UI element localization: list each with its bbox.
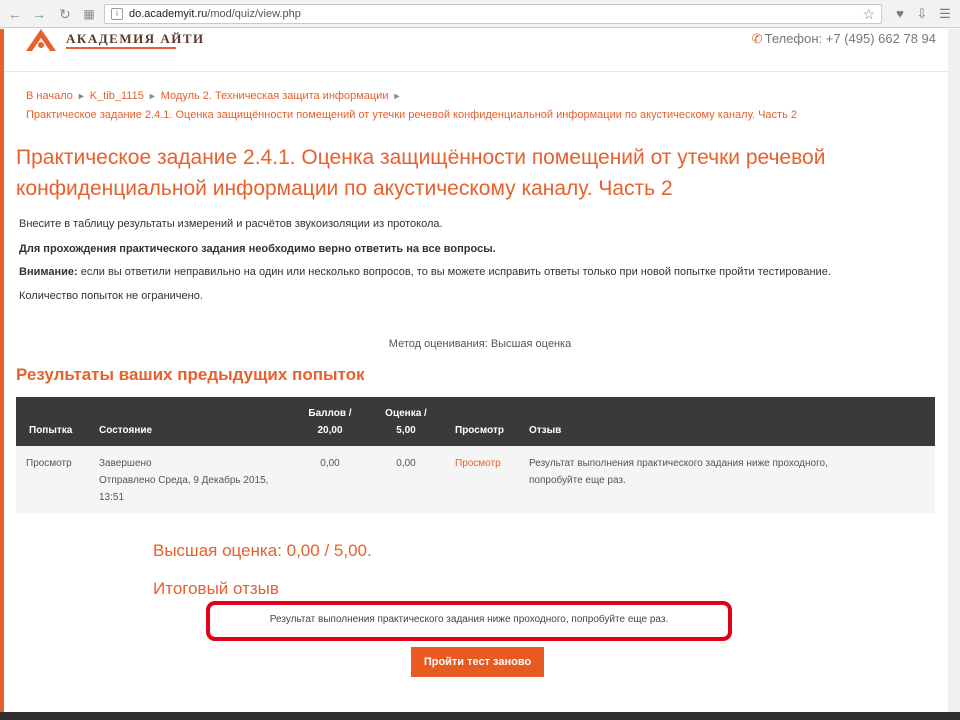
site-header: АКАДЕМИЯ АЙТИ ✆ Телефон: +7 (495) 662 78 … [4,29,948,72]
retry-quiz-button[interactable]: Пройти тест заново [411,647,544,677]
breadcrumb-item-module[interactable]: Модуль 2. Техническая защита информации [161,90,389,102]
final-feedback-text: Результат выполнения практического задан… [269,614,669,625]
phone-icon: ✆ [751,31,763,46]
breadcrumb-current[interactable]: Практическое задание 2.4.1. Оценка защищ… [26,106,926,125]
logo-underline [66,47,176,49]
section-title-results: Результаты ваших предыдущих попыток [16,365,365,384]
address-bar[interactable]: i do.academyit.ru/mod/quiz/view.php ☆ [104,4,882,24]
cell-state: Завершено Отправлено Среда, 9 Декабрь 201… [99,458,269,503]
back-icon[interactable]: ← [6,5,24,23]
cell-feedback: Результат выполнения практического задан… [529,458,828,486]
breadcrumb-separator-icon: ► [392,91,402,101]
column-header-attempt: Попытка [29,425,73,436]
forward-icon[interactable]: → [30,5,48,23]
reload-icon[interactable]: ↻ [56,5,74,23]
lock-icon: i [111,8,123,20]
final-feedback-title: Итоговый отзыв [153,579,279,598]
browser-toolbar: ← → ↻ ▦ i do.academyit.ru/mod/quiz/view.… [0,0,960,28]
page-left-accent [0,29,4,720]
column-header-review: Просмотр [455,425,504,436]
review-link[interactable]: Просмотр [455,455,501,472]
attempts-table: Попытка Состояние Баллов /20,00 Оценка /… [16,397,935,513]
download-icon[interactable]: ⇩ [914,6,930,22]
page-title: Практическое задание 2.4.1. Оценка защищ… [16,146,826,200]
table-header: Попытка Состояние Баллов /20,00 Оценка /… [16,397,935,446]
phone-number: ✆ Телефон: +7 (495) 662 78 94 [751,31,936,46]
url-text: do.academyit.ru/mod/quiz/view.php [129,8,301,20]
breadcrumb-item-home[interactable]: В начало [26,90,73,102]
logo-text[interactable]: АКАДЕМИЯ АЙТИ [66,31,205,47]
menu-icon[interactable]: ☰ [937,6,953,22]
page-footer-strip [0,712,960,720]
logo-icon[interactable] [24,29,58,51]
column-header-feedback: Отзыв [529,425,562,436]
grading-method: Метод оценивания: Высшая оценка [388,338,572,350]
column-header-grade: Оценка /5,00 [385,408,427,436]
column-header-state: Состояние [99,425,153,436]
intro-warning: Внимание: если вы ответили неправильно н… [19,266,831,278]
table-row: Просмотр Завершено Отправлено Среда, 9 Де… [16,446,935,513]
intro-requirement: Для прохождения практического задания не… [19,243,496,255]
breadcrumb-separator-icon: ► [76,91,86,101]
apps-icon[interactable]: ▦ [80,5,98,23]
cell-grade: 0,00 [396,458,416,469]
intro-text: Внесите в таблицу результаты измерений и… [19,218,443,230]
star-icon[interactable]: ☆ [862,6,875,23]
intro-attempts: Количество попыток не ограничено. [19,290,203,302]
final-feedback-highlight: Результат выполнения практического задан… [206,601,732,641]
cell-marks: 0,00 [320,458,340,469]
breadcrumb-item-course[interactable]: K_tib_1115 [90,90,144,102]
cell-attempt: Просмотр [26,458,72,469]
page-right-gutter [948,29,960,720]
heart-icon[interactable]: ♥ [892,6,908,22]
breadcrumb: В начало ► K_tib_1115 ► Модуль 2. Техническа… [26,87,926,125]
column-header-marks: Баллов /20,00 [308,408,352,436]
best-grade: Высшая оценка: 0,00 / 5,00. [153,541,372,560]
breadcrumb-separator-icon: ► [147,91,157,101]
